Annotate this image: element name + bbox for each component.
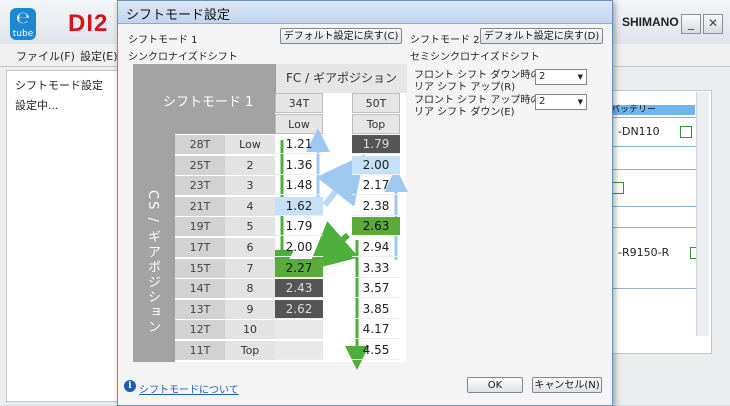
ratio-50: 2.94 [352, 238, 400, 257]
ratio-34: 2.62 [275, 300, 323, 319]
cog-position: 7 [225, 259, 275, 279]
cog-teeth: 17T [175, 238, 225, 258]
ratio-50: 2.63 [352, 217, 400, 236]
ratio-34: 1.21 [275, 135, 323, 154]
ratio-50: 2.38 [352, 197, 400, 216]
ratio-50: 2.17 [352, 176, 400, 195]
ok-button[interactable]: OK [467, 377, 523, 393]
cog-teeth: 28T [175, 135, 225, 155]
help-link[interactable]: シフトモードについて [139, 381, 239, 396]
ratio-50: 2.00 [352, 156, 400, 175]
cog-position: 8 [225, 279, 275, 299]
info-icon: i [124, 380, 136, 392]
cog-teeth: 15T [175, 259, 225, 279]
ratio-34: 1.48 [275, 176, 323, 195]
ratio-34: 1.62 [275, 197, 323, 216]
ratio-34: 2.43 [275, 279, 323, 298]
cog-position: 3 [225, 176, 275, 196]
cog-position: 4 [225, 197, 275, 217]
ratio-34 [275, 341, 323, 360]
ratio-50: 3.57 [352, 279, 400, 298]
ratio-34: 2.00 [275, 238, 323, 257]
cog-position: 10 [225, 320, 275, 340]
cog-position: 6 [225, 238, 275, 258]
arrow-cross-up [316, 154, 365, 207]
cog-position: 5 [225, 217, 275, 237]
ratio-50: 3.85 [352, 300, 400, 319]
ratio-34: 1.79 [275, 217, 323, 236]
cog-teeth: 14T [175, 279, 225, 299]
ratio-34: 2.27 [275, 259, 323, 278]
cog-teeth: 12T [175, 320, 225, 340]
ratio-50: 3.33 [352, 259, 400, 278]
cog-teeth: 11T [175, 341, 225, 361]
cog-teeth: 25T [175, 156, 225, 176]
arrow-cross-down [306, 221, 359, 271]
ratio-50: 4.17 [352, 320, 400, 339]
cog-teeth: 19T [175, 217, 225, 237]
ratio-34: 1.36 [275, 156, 323, 175]
cog-position: Low [225, 135, 275, 155]
cancel-button[interactable]: キャンセル(N) [532, 377, 602, 393]
cog-teeth: 21T [175, 197, 225, 217]
cog-position: 2 [225, 156, 275, 176]
ratio-34 [275, 320, 323, 339]
ratio-50: 4.55 [352, 341, 400, 360]
cog-position: Top [225, 341, 275, 361]
cog-teeth: 13T [175, 300, 225, 320]
ratio-50: 1.79 [352, 135, 400, 154]
cog-position: 9 [225, 300, 275, 320]
cog-teeth: 23T [175, 176, 225, 196]
